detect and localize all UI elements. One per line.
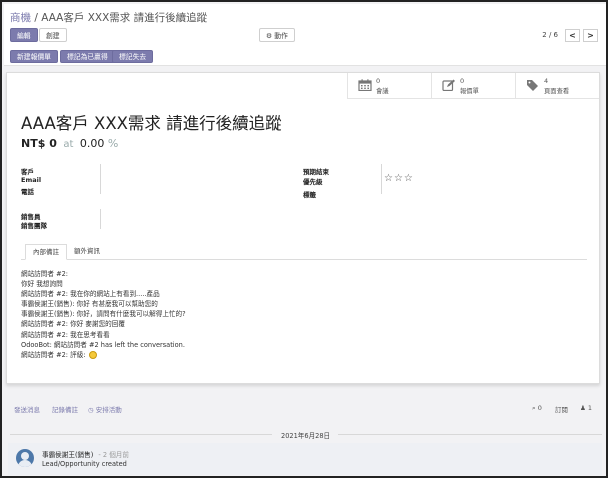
paperclip-icon: ⌕ xyxy=(532,404,536,412)
send-message-button[interactable]: 發送消息 xyxy=(14,404,40,414)
chevron-right-icon: > xyxy=(587,31,594,40)
follow-button[interactable]: 訂閱 xyxy=(555,404,568,414)
note-line: 你好 我想詢問 xyxy=(21,280,63,289)
note-line: 網站訪問者 #2: 評級: xyxy=(21,350,86,359)
date-separator-label: 2021年6月28日 xyxy=(281,432,331,440)
pencil-square-icon xyxy=(442,79,455,91)
phone-label: 電話 xyxy=(21,188,34,196)
probability-percent: % xyxy=(107,137,119,150)
pager-value[interactable]: 2 / 6 xyxy=(542,31,558,39)
breadcrumb-separator: / xyxy=(34,12,38,24)
message-body: Lead/Opportunity created xyxy=(42,460,127,468)
revenue-amount[interactable]: NT$ 0 xyxy=(21,137,57,150)
email-label: Email xyxy=(21,176,42,184)
action-button-label: 動作 xyxy=(274,32,288,40)
smiley-face-icon xyxy=(88,350,97,359)
schedule-activity-label: 安排活動 xyxy=(95,406,122,414)
page-views-count: 4 xyxy=(544,77,549,85)
message-author-line: 事霸侯謝王(銷售) - 2 個月前 xyxy=(42,449,129,459)
chatter-message: 事霸侯謝王(銷售) - 2 個月前 Lead/Opportunity creat… xyxy=(8,443,602,475)
expected-closing-label: 預期結束 xyxy=(303,168,329,176)
tab-internal-notes[interactable]: 內部備註 xyxy=(25,244,67,260)
tags-icon xyxy=(527,80,538,91)
note-line: 網站訪問者 #2: 你好 麥謝您的回覆 xyxy=(21,320,125,329)
gear-icon: ⚙ xyxy=(266,32,273,40)
avatar-head xyxy=(21,452,29,460)
date-separator: 2021年6月28日 xyxy=(10,430,602,440)
internal-notes-content[interactable]: 網站訪問者 #2: 你好 我想詢問 網站訪問者 #2: 我在你的網站上有看到..… xyxy=(21,269,186,360)
followers-count: 1 xyxy=(587,404,593,412)
revenue-at: at xyxy=(63,139,74,150)
tab-extra-info[interactable]: 額外資訊 xyxy=(67,244,107,260)
mark-lost-button[interactable]: 標記失去 xyxy=(112,50,154,63)
probability-value[interactable]: 0.00 xyxy=(80,137,105,150)
breadcrumb-current: AAA客戶 XXX需求 請進行後續追蹤 xyxy=(41,12,208,24)
message-author[interactable]: 事霸侯謝王(銷售) xyxy=(42,451,93,459)
breadcrumb: 商機 / AAA客戶 XXX需求 請進行後續追蹤 xyxy=(10,10,207,25)
form-sheet: 0 會議 0 報價單 4 頁面查看 AAA客戶 XXX需求 請進行後續追蹤 NT… xyxy=(6,72,600,384)
note-line-rating: 網站訪問者 #2: 評級: xyxy=(21,350,186,360)
note-line: OdooBot: 網站訪問者 #2 has left the conversat… xyxy=(21,340,185,349)
app-window: 商機 / AAA客戶 XXX需求 請進行後續追蹤 編輯 創建 ⚙ 動作 2 / … xyxy=(0,0,608,478)
schedule-activity-button[interactable]: ◷ 安排活動 xyxy=(88,404,122,414)
note-line: 網站訪問者 #2: xyxy=(21,270,69,278)
control-panel: 商機 / AAA客戶 XXX需求 請進行後續追蹤 編輯 創建 ⚙ 動作 2 / … xyxy=(4,4,606,66)
avatar[interactable] xyxy=(16,449,34,467)
attachments-button[interactable]: ⌕ 0 xyxy=(532,404,542,413)
expected-revenue: NT$ 0 at 0.00 % xyxy=(21,137,118,150)
lead-title[interactable]: AAA客戶 XXX需求 請進行後續追蹤 xyxy=(21,110,282,134)
tags-label: 標籤 xyxy=(303,191,316,199)
quotations-label: 報價單 xyxy=(460,88,479,95)
pager-previous-button[interactable]: < xyxy=(565,29,580,42)
field-divider xyxy=(100,209,101,229)
customer-label: 客戶 xyxy=(21,168,34,176)
chatter-topbar: 發送消息 記錄備註 ◷ 安排活動 ⌕ 0 訂閱 ♟ 1 xyxy=(4,388,606,414)
new-quotation-button[interactable]: 新建報價單 xyxy=(10,50,58,63)
action-button[interactable]: ⚙ 動作 xyxy=(259,28,295,42)
avatar-body xyxy=(18,460,32,467)
separator-line xyxy=(338,434,602,435)
meetings-count: 0 xyxy=(376,77,381,85)
sales-team-label: 銷售團隊 xyxy=(21,222,47,230)
pager-next-button[interactable]: > xyxy=(583,29,598,42)
field-divider xyxy=(100,164,101,194)
note-line: 網站訪問者 #2: 我在思考看看 xyxy=(21,330,110,339)
create-button[interactable]: 創建 xyxy=(39,28,67,42)
attachments-count: 0 xyxy=(537,404,542,412)
breadcrumb-parent[interactable]: 商機 xyxy=(10,12,31,24)
smart-buttons: 0 會議 0 報價單 4 頁面查看 xyxy=(347,73,599,99)
clock-icon: ◷ xyxy=(88,406,94,414)
user-icon: ♟ xyxy=(580,404,586,412)
note-line: 網站訪問者 #2: 我在你的網站上有看到.....產品 xyxy=(21,290,160,299)
meetings-smart-button[interactable]: 0 會議 xyxy=(347,73,431,99)
edit-button[interactable]: 編輯 xyxy=(10,28,38,42)
page-views-smart-button[interactable]: 4 頁面查看 xyxy=(515,73,599,99)
quotations-smart-button[interactable]: 0 報價單 xyxy=(431,73,515,99)
page-views-label: 頁面查看 xyxy=(544,88,570,95)
chevron-left-icon: < xyxy=(569,31,576,40)
followers-button[interactable]: ♟ 1 xyxy=(580,404,592,412)
log-note-button[interactable]: 記錄備註 xyxy=(52,404,78,414)
calendar-icon xyxy=(358,79,372,91)
note-line: 事霸侯謝王(銷售): 你好，請問有什麼我可以解得上忙的? xyxy=(21,310,186,319)
message-time: - 2 個月前 xyxy=(98,451,129,459)
notebook-tabs: 內部備註 額外資訊 xyxy=(21,244,587,260)
separator-line xyxy=(10,434,272,435)
meetings-label: 會議 xyxy=(376,88,389,95)
priority-label: 優先級 xyxy=(303,178,323,186)
quotations-count: 0 xyxy=(460,77,465,85)
mark-won-button[interactable]: 標記為已贏得 xyxy=(60,50,115,63)
field-divider xyxy=(381,164,382,194)
priority-stars[interactable]: ☆☆☆ xyxy=(384,173,414,184)
note-line: 事霸侯謝王(銷售): 你好 有甚麼我可以幫助您的 xyxy=(21,300,158,309)
